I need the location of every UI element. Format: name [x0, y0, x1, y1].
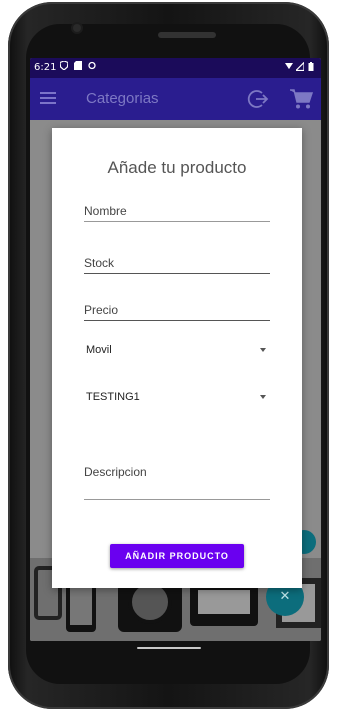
logout-icon[interactable] — [247, 88, 269, 110]
dropdown-arrow-icon — [260, 395, 266, 399]
home-gesture-handle[interactable] — [137, 647, 201, 649]
nombre-placeholder: Nombre — [84, 204, 127, 218]
status-icons-left — [60, 61, 96, 70]
dropdown-arrow-icon — [260, 348, 266, 352]
app-bar: Categorias — [30, 78, 321, 120]
precio-placeholder: Precio — [84, 303, 119, 317]
sim-card-icon — [74, 61, 82, 70]
wifi-icon — [285, 62, 293, 70]
add-product-button[interactable]: AÑADIR PRODUCTO — [110, 544, 244, 568]
nombre-underline — [84, 221, 270, 222]
sync-icon — [88, 61, 96, 70]
battery-icon — [308, 62, 314, 71]
camera-icon — [73, 24, 81, 32]
stock-underline — [84, 273, 270, 274]
app-bar-title: Categorias — [86, 90, 159, 107]
category-spinner[interactable]: Movil — [86, 344, 266, 356]
signal-icon — [296, 62, 304, 71]
add-product-dialog: Añade tu producto Nombre Stock Precio Mo… — [52, 128, 302, 588]
shield-icon — [60, 61, 68, 70]
descripcion-underline — [84, 499, 270, 500]
earpiece-speaker — [158, 32, 216, 38]
status-time: 6:21 — [34, 62, 57, 73]
precio-underline — [84, 320, 270, 321]
status-icons-right — [285, 62, 315, 71]
category-spinner-value: Movil — [86, 344, 112, 356]
subcategory-spinner-value: TESTING1 — [86, 391, 140, 403]
stock-placeholder: Stock — [84, 256, 115, 270]
cart-icon[interactable] — [289, 88, 313, 110]
descripcion-placeholder: Descripcion — [84, 465, 147, 479]
nombre-field[interactable]: Nombre — [84, 204, 270, 222]
close-icon: ✕ — [279, 589, 291, 604]
navigation-bar — [30, 641, 321, 663]
menu-icon[interactable] — [40, 92, 56, 105]
dialog-title: Añade tu producto — [107, 158, 247, 177]
descripcion-field[interactable]: Descripcion — [84, 465, 270, 500]
subcategory-spinner[interactable]: TESTING1 — [86, 391, 266, 403]
status-bar: 6:21 — [30, 58, 321, 78]
precio-field[interactable]: Precio — [84, 303, 270, 321]
stock-field[interactable]: Stock — [84, 256, 270, 274]
